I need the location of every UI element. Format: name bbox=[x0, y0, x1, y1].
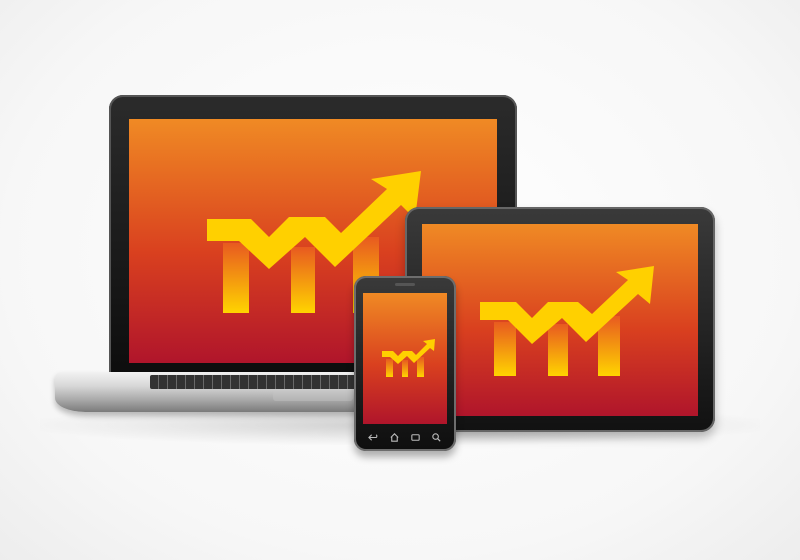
search-icon[interactable] bbox=[431, 432, 442, 443]
phone-speaker bbox=[395, 283, 415, 286]
mm-logo-icon bbox=[363, 293, 447, 424]
home-icon[interactable] bbox=[389, 432, 400, 443]
menu-icon[interactable] bbox=[410, 432, 421, 443]
mm-logo-icon bbox=[422, 224, 698, 416]
back-icon[interactable] bbox=[368, 432, 379, 443]
device-showcase bbox=[0, 0, 800, 560]
phone-nav-bar bbox=[368, 431, 442, 443]
phone bbox=[354, 276, 456, 451]
tablet-screen bbox=[422, 224, 698, 416]
laptop-touchpad bbox=[273, 391, 353, 401]
phone-screen bbox=[363, 293, 447, 424]
